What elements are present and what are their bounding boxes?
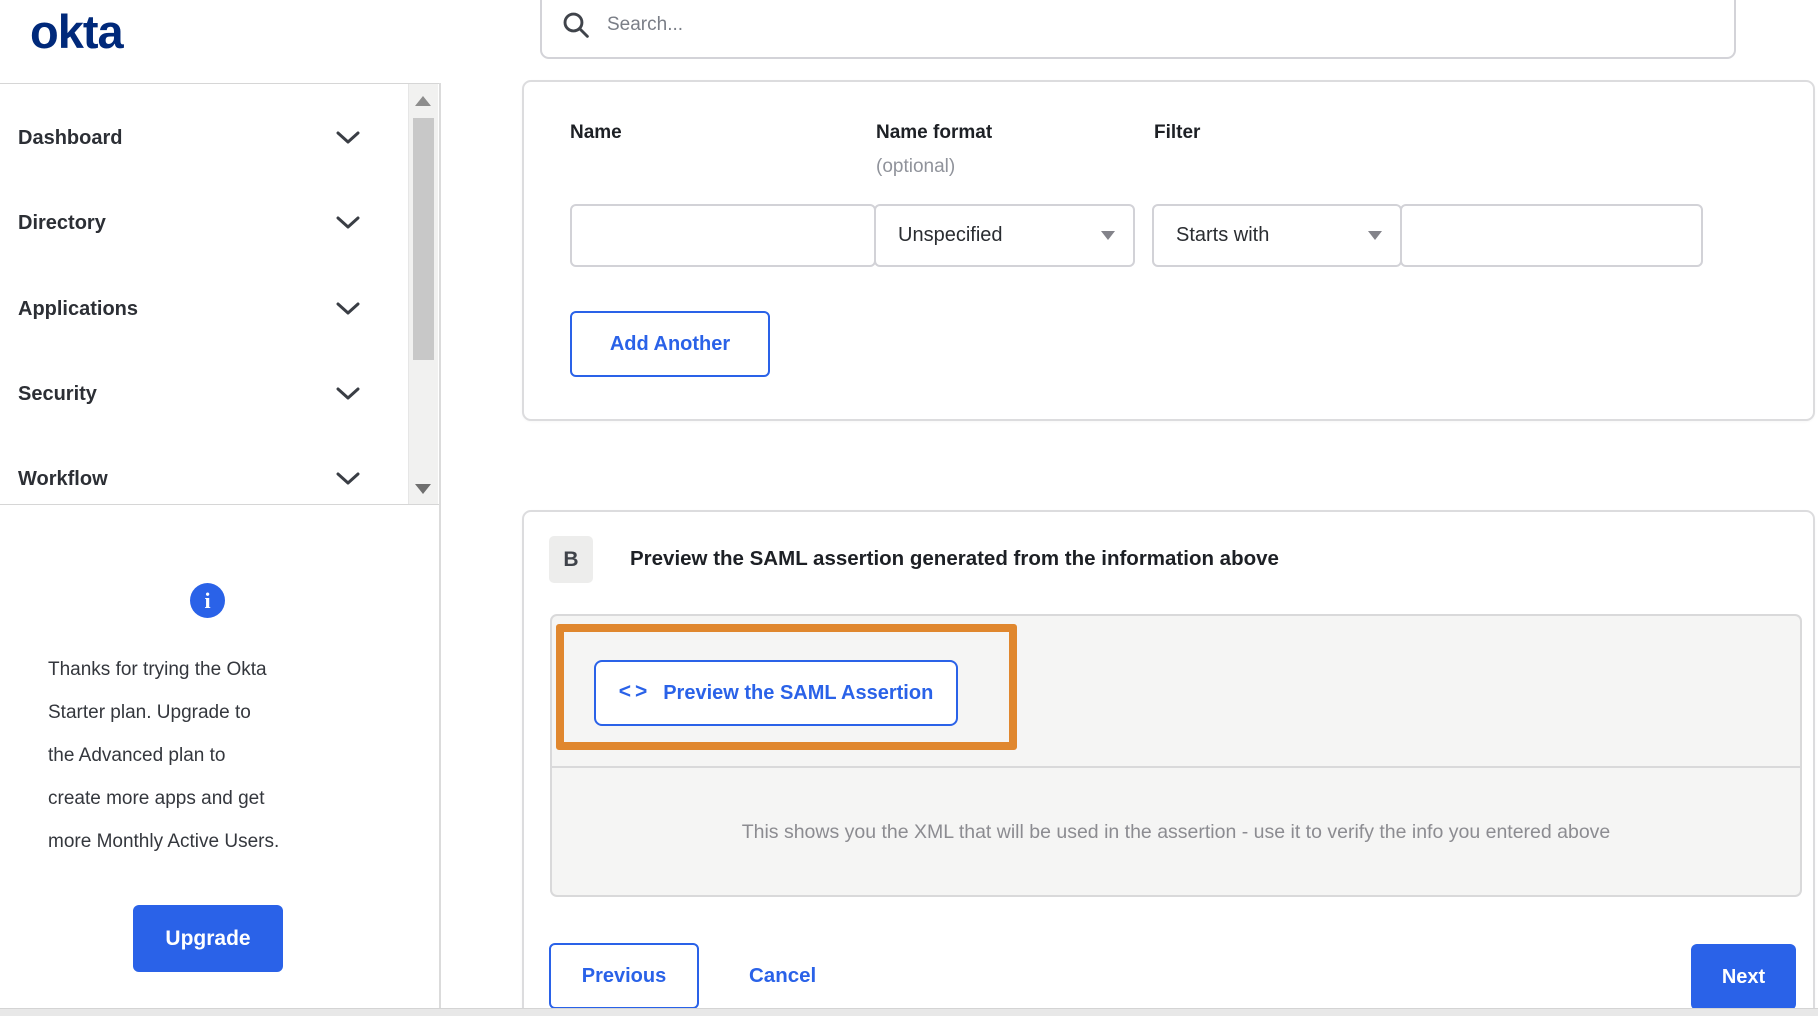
preview-description: This shows you the XML that will be used… xyxy=(741,821,1611,843)
add-another-button[interactable]: Add Another xyxy=(570,311,770,377)
upsell-line: the Advanced plan to xyxy=(48,745,226,766)
caret-down-icon xyxy=(1101,231,1115,240)
sidebar-item-applications[interactable]: Applications xyxy=(0,287,400,331)
attribute-name-input[interactable] xyxy=(570,204,876,267)
name-format-optional-hint: (optional) xyxy=(876,156,956,177)
sidebar-scrollbar[interactable] xyxy=(408,84,438,504)
sidebar-item-label: Security xyxy=(18,382,97,405)
search-input[interactable] xyxy=(605,13,1659,37)
scroll-up-icon[interactable] xyxy=(415,96,431,106)
sidebar-item-label: Directory xyxy=(18,211,106,234)
upgrade-button[interactable]: Upgrade xyxy=(133,905,283,972)
sidebar-item-directory[interactable]: Directory xyxy=(0,201,400,245)
okta-logo: okta xyxy=(30,5,124,58)
upsell-line: Thanks for trying the Okta xyxy=(48,659,267,680)
sidebar-divider xyxy=(439,83,441,1016)
sidebar-item-label: Workflow xyxy=(18,467,108,490)
scroll-down-icon[interactable] xyxy=(415,484,431,494)
okta-admin-page: okta Dashboard Directory Applications Se… xyxy=(0,0,1818,1016)
horizontal-scrollbar[interactable] xyxy=(0,1008,1818,1016)
attribute-statements-card: Name Name format (optional) Filter Unspe… xyxy=(522,80,1815,421)
preview-button-area: <> Preview the SAML Assertion xyxy=(552,616,1800,768)
chevron-down-icon xyxy=(336,472,360,485)
chevron-down-icon xyxy=(336,387,360,400)
sidebar-item-label: Dashboard xyxy=(18,126,123,149)
preview-button-label: Preview the SAML Assertion xyxy=(663,681,934,704)
name-format-column-label: Name format xyxy=(876,122,993,143)
upsell-line: create more apps and get xyxy=(48,788,265,809)
code-icon: <> xyxy=(618,680,652,703)
section-b-title: Preview the SAML assertion generated fro… xyxy=(630,547,1279,570)
preview-saml-assertion-button[interactable]: <> Preview the SAML Assertion xyxy=(594,660,958,726)
filter-operator-selected-value: Starts with xyxy=(1176,224,1270,246)
info-icon: i xyxy=(190,583,225,618)
upsell-line: more Monthly Active Users. xyxy=(48,831,280,852)
sidebar-item-workflow[interactable]: Workflow xyxy=(0,457,400,501)
sidebar-nav: Dashboard Directory Applications Securit… xyxy=(0,83,440,505)
sidebar-item-security[interactable]: Security xyxy=(0,372,400,416)
global-search[interactable] xyxy=(540,0,1736,59)
section-b-badge: B xyxy=(549,536,593,583)
scrollbar-thumb[interactable] xyxy=(413,118,434,360)
name-format-selected-value: Unspecified xyxy=(898,224,1003,246)
filter-column-label: Filter xyxy=(1154,122,1201,143)
chevron-down-icon xyxy=(336,131,360,144)
previous-button[interactable]: Previous xyxy=(549,943,699,1009)
name-column-label: Name xyxy=(570,122,622,143)
filter-operator-dropdown[interactable]: Starts with xyxy=(1152,204,1402,267)
search-icon xyxy=(563,12,589,38)
chevron-down-icon xyxy=(336,216,360,229)
preview-panel: <> Preview the SAML Assertion This shows… xyxy=(550,614,1802,897)
chevron-down-icon xyxy=(336,302,360,315)
upsell-message: Thanks for trying the Okta Starter plan.… xyxy=(48,648,398,863)
upsell-line: Starter plan. Upgrade to xyxy=(48,702,251,723)
cancel-link[interactable]: Cancel xyxy=(749,943,816,1009)
sidebar-item-dashboard[interactable]: Dashboard xyxy=(0,116,400,160)
caret-down-icon xyxy=(1368,231,1382,240)
name-format-dropdown[interactable]: Unspecified xyxy=(874,204,1135,267)
sidebar-item-label: Applications xyxy=(18,297,139,320)
next-button[interactable]: Next xyxy=(1691,944,1796,1010)
filter-value-input[interactable] xyxy=(1400,204,1703,267)
preview-assertion-card: B Preview the SAML assertion generated f… xyxy=(522,510,1815,1016)
